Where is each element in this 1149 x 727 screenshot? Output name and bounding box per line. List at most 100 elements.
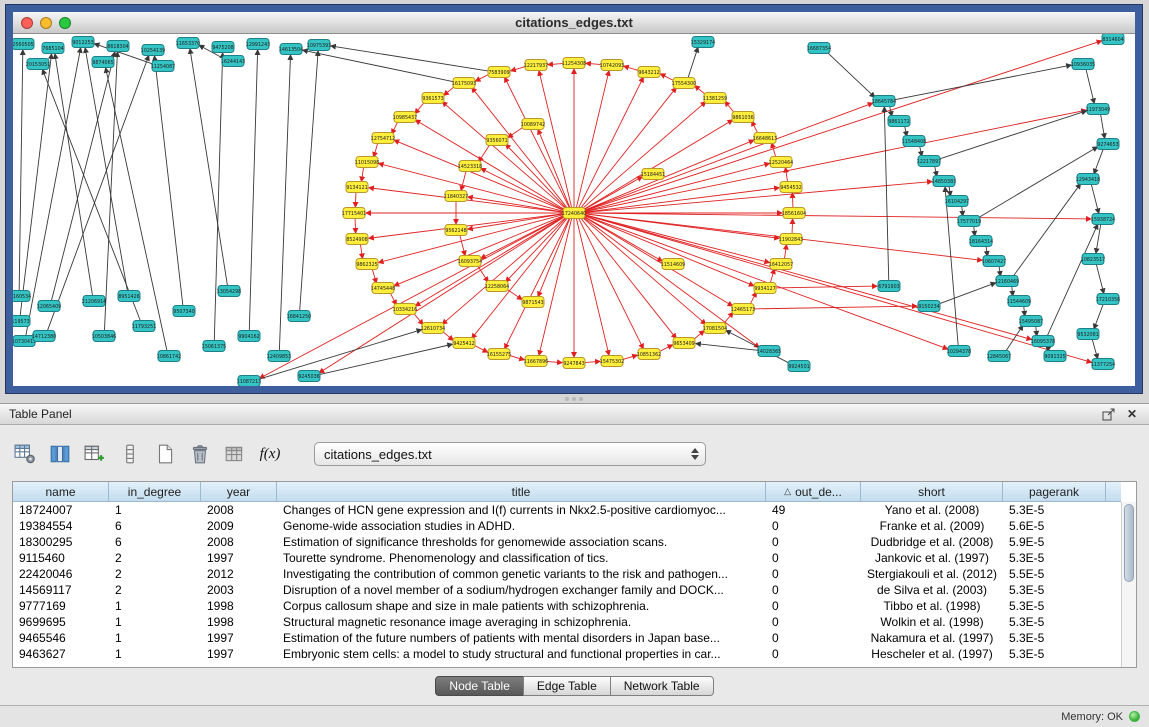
graph-node[interactable]: 9653409 [673, 338, 695, 349]
graph-node[interactable]: 9274653 [1097, 139, 1119, 150]
graph-node[interactable]: 9247843 [563, 358, 585, 369]
graph-node[interactable]: 13054298 [217, 286, 241, 297]
graph-node[interactable]: 10089742 [521, 119, 545, 130]
graph-edge[interactable] [581, 216, 759, 348]
graph-node[interactable]: 11015098 [355, 157, 379, 168]
graph-node[interactable]: 9924501 [788, 361, 810, 372]
graph-node[interactable]: 10742093 [600, 60, 624, 71]
graph-node[interactable]: 9934127 [754, 283, 776, 294]
graph-node[interactable]: 9861172 [888, 116, 910, 127]
graph-edge[interactable] [1094, 303, 1104, 328]
graph-node[interactable]: 11254087 [151, 61, 175, 72]
graph-node[interactable]: 15184451 [641, 169, 665, 180]
graph-node[interactable]: 10503846 [92, 331, 116, 342]
graph-node[interactable]: 15061375 [202, 341, 226, 352]
graph-node[interactable]: 14613504 [279, 44, 303, 55]
graph-edge[interactable] [583, 213, 1091, 219]
graph-node[interactable]: 8524908 [346, 234, 368, 245]
graph-edge[interactable] [300, 51, 318, 311]
close-panel-icon[interactable]: ✕ [1124, 406, 1140, 422]
graph-edge[interactable] [688, 47, 698, 78]
graph-node[interactable]: 18645784 [872, 96, 896, 107]
graph-node[interactable]: 10985437 [393, 112, 417, 123]
graph-node[interactable]: 14850383 [932, 176, 956, 187]
graph-edge[interactable] [1005, 325, 1023, 352]
graph-node[interactable]: 12991243 [246, 39, 270, 50]
new-table-button[interactable] [152, 441, 178, 467]
graph-edge[interactable] [945, 187, 958, 346]
minimize-window-button[interactable] [40, 17, 52, 29]
graph-edge[interactable] [318, 344, 452, 375]
graph-node[interactable]: 9532081 [1077, 329, 1099, 340]
graph-edge[interactable] [578, 77, 643, 208]
graph-node[interactable]: 16155275 [487, 349, 511, 360]
graph-edge[interactable] [303, 50, 455, 82]
graph-edge[interactable] [394, 215, 565, 286]
graph-node[interactable]: 12520464 [769, 157, 793, 168]
graph-edge[interactable] [583, 361, 600, 362]
graph-node[interactable]: 12754712 [371, 133, 395, 144]
graph-edge[interactable] [582, 140, 753, 211]
graph-edge[interactable] [582, 215, 753, 286]
graph-edge[interactable] [774, 286, 877, 288]
graph-node[interactable]: 11548408 [902, 136, 926, 147]
graph-node[interactable]: 9454532 [780, 182, 802, 193]
graph-edge[interactable] [576, 218, 609, 355]
graph-node[interactable]: 18561604 [782, 208, 806, 219]
graph-node[interactable]: 9091325 [1044, 351, 1066, 362]
graph-node[interactable]: 11254308 [562, 58, 586, 69]
graph-node[interactable]: 11544609 [1007, 296, 1031, 307]
graph-edge[interactable] [249, 50, 257, 331]
graph-node[interactable]: 12217937 [524, 60, 548, 71]
table-mode-button[interactable] [12, 441, 38, 467]
graph-node[interactable]: 9119573 [13, 316, 30, 327]
graph-edge[interactable] [331, 46, 490, 71]
graph-edge[interactable] [792, 219, 793, 234]
graph-node[interactable]: 9904162 [238, 331, 260, 342]
column-header-short[interactable]: short [861, 482, 1003, 502]
graph-node[interactable]: 11793251 [132, 321, 156, 332]
graph-edge[interactable] [43, 70, 141, 322]
table-selector-dropdown[interactable]: citations_edges.txt [314, 442, 706, 466]
graph-edge[interactable] [355, 218, 356, 233]
graph-node[interactable]: 10334216 [393, 304, 417, 315]
graph-edge[interactable] [792, 193, 793, 208]
table-row[interactable]: 1830029562008Estimation of significance … [13, 534, 1121, 550]
graph-edge[interactable] [214, 53, 222, 341]
graph-node[interactable]: 10936035 [1071, 59, 1095, 70]
graph-edge[interactable] [279, 55, 290, 351]
graph-node[interactable]: 11381259 [703, 93, 727, 104]
graph-edge[interactable] [154, 56, 183, 306]
tab-edge-table[interactable]: Edge Table [523, 676, 611, 696]
show-columns-button[interactable] [47, 441, 73, 467]
network-canvas[interactable]: 1724064018561604945453212520464166486139… [13, 34, 1135, 386]
graph-edge[interactable] [1100, 114, 1104, 138]
graph-edge[interactable] [394, 140, 565, 211]
graph-edge[interactable] [826, 51, 875, 97]
graph-node[interactable]: 9643212 [638, 67, 660, 78]
graph-edge[interactable] [583, 110, 1086, 212]
graph-edge[interactable] [696, 344, 760, 351]
graph-edge[interactable] [938, 283, 996, 305]
graph-edge[interactable] [785, 168, 787, 183]
graph-edge[interactable] [583, 214, 1092, 362]
graph-edge[interactable] [460, 235, 465, 256]
graph-node[interactable]: 17715401 [342, 208, 366, 219]
column-header-title[interactable]: title [277, 482, 766, 502]
graph-edge[interactable] [582, 215, 733, 306]
row-options-button[interactable] [117, 441, 143, 467]
table-row[interactable]: 2242004622012Investigating the contribut… [13, 566, 1121, 582]
graph-node[interactable]: 16687354 [807, 43, 831, 54]
graph-node[interactable]: 17240640 [562, 208, 586, 219]
table-row[interactable]: 969969511998Structural magnetic resonanc… [13, 614, 1121, 630]
graph-edge[interactable] [20, 54, 51, 316]
graph-node[interactable]: 11087213 [237, 376, 261, 387]
float-panel-icon[interactable] [1100, 406, 1116, 422]
graph-edge[interactable] [1096, 264, 1104, 294]
graph-node[interactable]: 11973049 [1086, 104, 1110, 115]
graph-node[interactable]: 12465173 [731, 304, 755, 315]
graph-edge[interactable] [1096, 224, 1101, 253]
zoom-window-button[interactable] [59, 17, 71, 29]
graph-node[interactable]: 10851362 [637, 349, 661, 360]
graph-node[interactable]: 9874065 [92, 57, 114, 68]
